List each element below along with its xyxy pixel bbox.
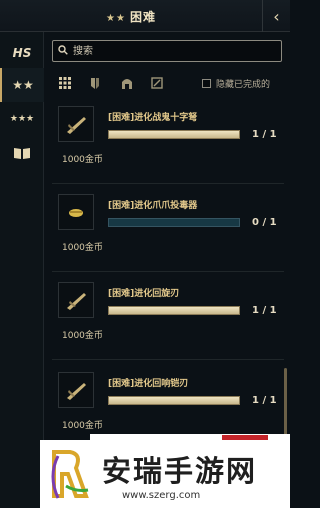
quest-card[interactable]: 1000金币 [困难]进化战鬼十字弩 1 / 1 — [52, 100, 284, 184]
quest-progress-bar — [108, 396, 240, 405]
quest-name: [困难]进化回响铠刃 — [108, 379, 189, 389]
quest-progress-count: 1 / 1 — [252, 395, 277, 406]
crossbow-icon — [67, 117, 86, 134]
quest-progress-count: 1 / 1 — [252, 129, 277, 140]
quest-reward: 1000金币 — [62, 243, 103, 253]
search-icon — [58, 45, 68, 55]
shield-icon — [91, 77, 99, 89]
quest-name: [困难]进化回旋刃 — [108, 289, 180, 299]
sidebar-item-book[interactable] — [0, 136, 44, 170]
filter-all-tab[interactable] — [56, 74, 74, 92]
header-bar: ★★ 困难 ‹ — [0, 0, 290, 32]
sidebar-item-hard[interactable]: ★★ — [0, 68, 44, 102]
quest-card[interactable]: 1000金币 [困难]进化爪爪投毒器 0 / 1 — [52, 188, 284, 272]
filter-item-tab[interactable] — [148, 74, 166, 92]
sidebar-item-hs[interactable]: HS — [0, 36, 44, 70]
helmet-icon — [122, 78, 132, 89]
watermark-banner: 安瑞手游网 www.szerg.com — [40, 440, 290, 508]
three-stars-icon: ★★★ — [9, 114, 35, 124]
filter-bar: 隐藏已完成的 — [52, 72, 284, 96]
watermark-title: 安瑞手游网 — [102, 454, 258, 488]
boomerang-blade-icon — [67, 293, 86, 310]
quest-reward: 1000金币 — [62, 155, 103, 165]
quest-reward: 1000金币 — [62, 421, 103, 431]
hide-completed-label: 隐藏已完成的 — [216, 80, 271, 90]
two-stars-icon: ★★ — [106, 13, 126, 24]
filter-armor-tab[interactable] — [118, 74, 136, 92]
quest-progress-count: 0 / 1 — [252, 217, 277, 228]
chevron-left-icon: ‹ — [273, 6, 280, 26]
watermark-url: www.szerg.com — [122, 490, 201, 501]
hide-completed-checkbox[interactable] — [202, 79, 211, 88]
book-icon — [14, 148, 30, 159]
quest-progress-fill — [109, 397, 239, 404]
quest-progress-bar — [108, 130, 240, 139]
watermark-logo-icon — [51, 450, 89, 499]
filter-weapon-tab[interactable] — [86, 74, 104, 92]
collapse-button[interactable]: ‹ — [262, 0, 290, 32]
quest-progress-fill — [109, 131, 239, 138]
quest-name: [困难]进化战鬼十字弩 — [108, 113, 198, 123]
difficulty-sidebar: HS ★★ ★★★ — [0, 32, 44, 508]
grid-icon — [59, 77, 71, 89]
page-title: ★★ 困难 — [106, 10, 156, 24]
hs-logo-icon: HS — [12, 46, 32, 60]
echo-blade-icon — [67, 383, 86, 400]
quest-thumbnail — [58, 282, 94, 318]
quest-thumbnail — [58, 372, 94, 408]
quest-progress-fill — [109, 307, 239, 314]
quest-reward: 1000金币 — [62, 331, 103, 341]
quest-progress-bar — [108, 306, 240, 315]
quest-thumbnail — [58, 194, 94, 230]
box-icon — [151, 77, 163, 89]
sidebar-item-nightmare[interactable]: ★★★ — [0, 102, 44, 136]
quest-thumbnail — [58, 106, 94, 142]
quest-name: [困难]进化爪爪投毒器 — [108, 201, 198, 211]
list-scrollbar[interactable] — [284, 368, 287, 438]
search-box[interactable] — [52, 40, 282, 62]
search-input[interactable] — [73, 43, 273, 59]
two-stars-icon: ★★ — [12, 78, 34, 92]
quest-card[interactable]: 1000金币 [困难]进化回旋刃 1 / 1 — [52, 276, 284, 360]
hide-completed-toggle[interactable]: 隐藏已完成的 — [202, 77, 270, 90]
quest-progress-bar — [108, 218, 240, 227]
poison-launcher-icon — [69, 209, 83, 217]
quest-progress-count: 1 / 1 — [252, 305, 277, 316]
